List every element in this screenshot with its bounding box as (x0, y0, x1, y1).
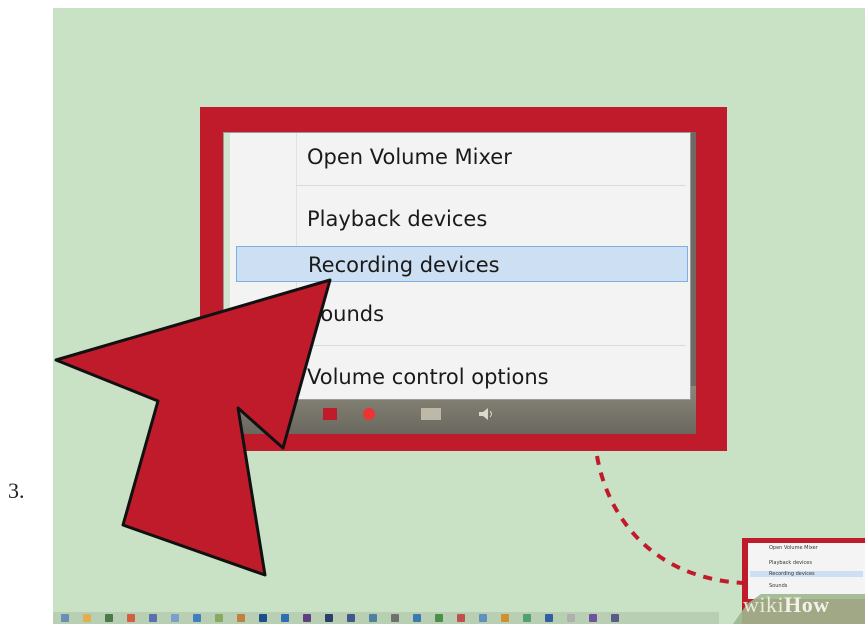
step-number: 3. (8, 478, 25, 503)
illustration: Open Volume Mixer Playback devices Recor… (53, 8, 865, 624)
pointer-arrow-icon (54, 278, 332, 577)
